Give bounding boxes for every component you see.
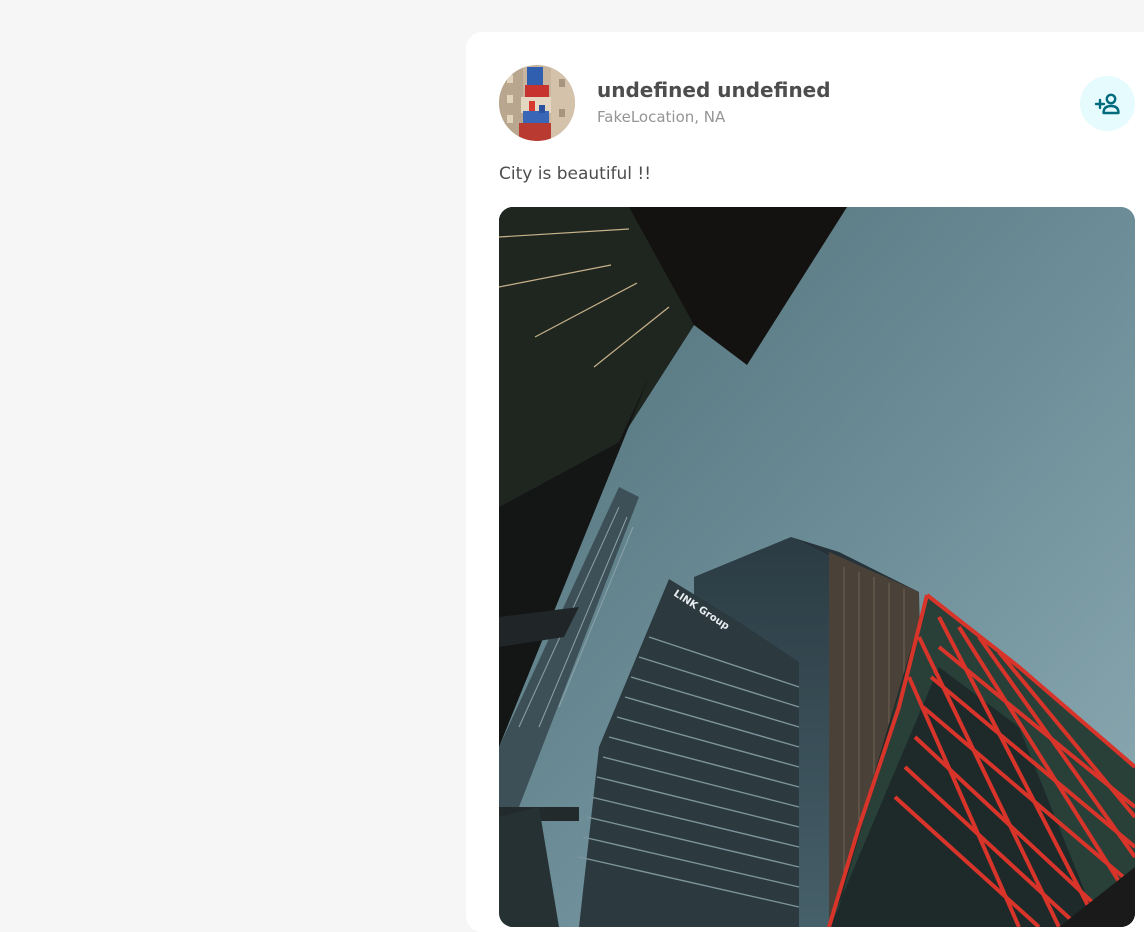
author-location: FakeLocation, NA	[597, 108, 726, 126]
post-photo: LINK Group	[499, 207, 1135, 927]
avatar[interactable]	[499, 65, 575, 141]
add-friend-button[interactable]	[1080, 76, 1135, 131]
avatar-image	[499, 65, 575, 141]
post-image[interactable]: LINK Group	[499, 207, 1135, 927]
person-add-icon	[1094, 93, 1120, 114]
post-card: undefined undefined FakeLocation, NA Cit…	[466, 32, 1144, 932]
author-name[interactable]: undefined undefined	[597, 78, 831, 102]
post-text: City is beautiful !!	[499, 164, 652, 184]
